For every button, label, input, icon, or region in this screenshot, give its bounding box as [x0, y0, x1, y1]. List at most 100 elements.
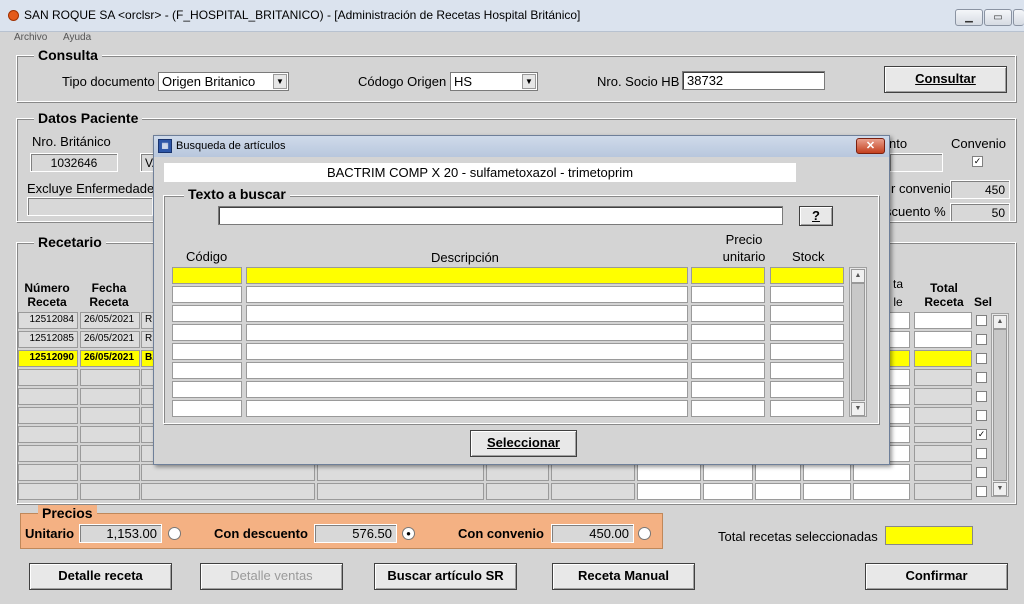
- scroll-down-icon[interactable]: ▼: [993, 482, 1007, 496]
- receta-cell[interactable]: [914, 464, 972, 481]
- receta-cell[interactable]: [755, 464, 801, 481]
- detalle-receta-button[interactable]: Detalle receta: [29, 563, 172, 590]
- receta-cell[interactable]: [853, 483, 910, 500]
- receta-cell[interactable]: [551, 483, 635, 500]
- articulo-cell[interactable]: [172, 286, 242, 303]
- texto-buscar-input[interactable]: [218, 206, 783, 225]
- scroll-down-icon[interactable]: ▼: [851, 402, 865, 416]
- receta-cell[interactable]: 12512090: [18, 350, 78, 367]
- receta-cell[interactable]: [317, 464, 484, 481]
- articulo-cell[interactable]: [691, 305, 765, 322]
- receta-cell[interactable]: [803, 464, 851, 481]
- sel-checkbox[interactable]: [976, 353, 987, 364]
- sel-checkbox[interactable]: [976, 448, 987, 459]
- receta-cell[interactable]: [18, 445, 78, 462]
- menu-archivo[interactable]: Archivo: [14, 32, 47, 43]
- articulo-cell[interactable]: [246, 400, 688, 417]
- receta-cell[interactable]: [703, 464, 753, 481]
- articulo-cell[interactable]: [172, 267, 242, 284]
- scroll-thumb[interactable]: [851, 283, 865, 401]
- sel-checkbox[interactable]: [976, 391, 987, 402]
- articulo-cell[interactable]: [246, 267, 688, 284]
- articulo-cell[interactable]: [172, 362, 242, 379]
- receta-cell[interactable]: 26/05/2021: [80, 312, 140, 329]
- receta-cell[interactable]: [914, 369, 972, 386]
- receta-cell[interactable]: [80, 464, 140, 481]
- receta-cell[interactable]: [18, 388, 78, 405]
- scroll-up-icon[interactable]: ▲: [993, 315, 1007, 329]
- articulo-cell[interactable]: [770, 267, 844, 284]
- sel-checkbox[interactable]: [976, 467, 987, 478]
- receta-cell[interactable]: [18, 426, 78, 443]
- receta-cell[interactable]: [80, 369, 140, 386]
- receta-cell[interactable]: [803, 483, 851, 500]
- consultar-button[interactable]: Consultar: [884, 66, 1007, 93]
- receta-cell[interactable]: [317, 483, 484, 500]
- close-button[interactable]: [1013, 9, 1024, 26]
- articulo-cell[interactable]: [172, 381, 242, 398]
- receta-cell[interactable]: 12512085: [18, 331, 78, 348]
- receta-cell[interactable]: [141, 483, 315, 500]
- scroll-thumb[interactable]: [993, 329, 1007, 481]
- receta-cell[interactable]: 26/05/2021: [80, 350, 140, 367]
- articulo-cell[interactable]: [691, 381, 765, 398]
- seleccionar-button[interactable]: Seleccionar: [470, 430, 577, 457]
- receta-cell[interactable]: [703, 483, 753, 500]
- articulo-cell[interactable]: [691, 362, 765, 379]
- convenio-checkbox[interactable]: ✓: [972, 156, 983, 167]
- articulo-cell[interactable]: [770, 381, 844, 398]
- receta-cell[interactable]: [853, 464, 910, 481]
- con-convenio-radio[interactable]: [638, 527, 651, 540]
- receta-cell[interactable]: 26/05/2021: [80, 331, 140, 348]
- articulo-cell[interactable]: [691, 400, 765, 417]
- receta-cell[interactable]: [18, 483, 78, 500]
- receta-cell[interactable]: [18, 407, 78, 424]
- sel-checkbox[interactable]: [976, 486, 987, 497]
- sel-checkbox[interactable]: [976, 410, 987, 421]
- receta-cell[interactable]: [18, 464, 78, 481]
- receta-cell[interactable]: 12512084: [18, 312, 78, 329]
- minimize-button[interactable]: ▁: [955, 9, 983, 26]
- scroll-up-icon[interactable]: ▲: [851, 269, 865, 283]
- articulo-cell[interactable]: [246, 381, 688, 398]
- codigo-origen-select[interactable]: HS ▼: [450, 72, 538, 91]
- receta-cell[interactable]: [80, 426, 140, 443]
- articulo-cell[interactable]: [246, 362, 688, 379]
- dialog-close-icon[interactable]: ✕: [856, 138, 885, 154]
- articulo-cell[interactable]: [770, 343, 844, 360]
- articulos-scrollbar[interactable]: ▲ ▼: [849, 267, 867, 417]
- buscar-articulo-button[interactable]: Buscar artículo SR: [374, 563, 517, 590]
- receta-cell[interactable]: [141, 464, 315, 481]
- receta-cell[interactable]: [914, 312, 972, 329]
- receta-cell[interactable]: [486, 464, 549, 481]
- unitario-radio[interactable]: [168, 527, 181, 540]
- menu-ayuda[interactable]: Ayuda: [63, 32, 91, 43]
- articulo-cell[interactable]: [691, 267, 765, 284]
- articulo-cell[interactable]: [246, 286, 688, 303]
- articulo-cell[interactable]: [770, 324, 844, 341]
- receta-cell[interactable]: [755, 483, 801, 500]
- articulo-cell[interactable]: [691, 286, 765, 303]
- receta-cell[interactable]: [914, 483, 972, 500]
- tipo-documento-select[interactable]: Origen Britanico ▼: [158, 72, 289, 91]
- confirmar-button[interactable]: Confirmar: [865, 563, 1008, 590]
- articulo-cell[interactable]: [172, 343, 242, 360]
- receta-cell[interactable]: [80, 388, 140, 405]
- receta-cell[interactable]: [914, 331, 972, 348]
- receta-cell[interactable]: [486, 483, 549, 500]
- sel-checkbox[interactable]: [976, 315, 987, 326]
- nro-socio-input[interactable]: 38732: [682, 71, 825, 90]
- sel-checkbox[interactable]: [976, 334, 987, 345]
- con-descuento-radio[interactable]: ●: [402, 527, 415, 540]
- receta-cell[interactable]: [914, 426, 972, 443]
- articulo-cell[interactable]: [770, 362, 844, 379]
- restore-button[interactable]: ▭: [984, 9, 1012, 26]
- articulo-cell[interactable]: [172, 305, 242, 322]
- articulo-cell[interactable]: [770, 400, 844, 417]
- articulo-cell[interactable]: [246, 324, 688, 341]
- articulo-cell[interactable]: [770, 286, 844, 303]
- receta-cell[interactable]: [914, 388, 972, 405]
- receta-cell[interactable]: [551, 464, 635, 481]
- receta-cell[interactable]: [637, 464, 701, 481]
- articulo-cell[interactable]: [770, 305, 844, 322]
